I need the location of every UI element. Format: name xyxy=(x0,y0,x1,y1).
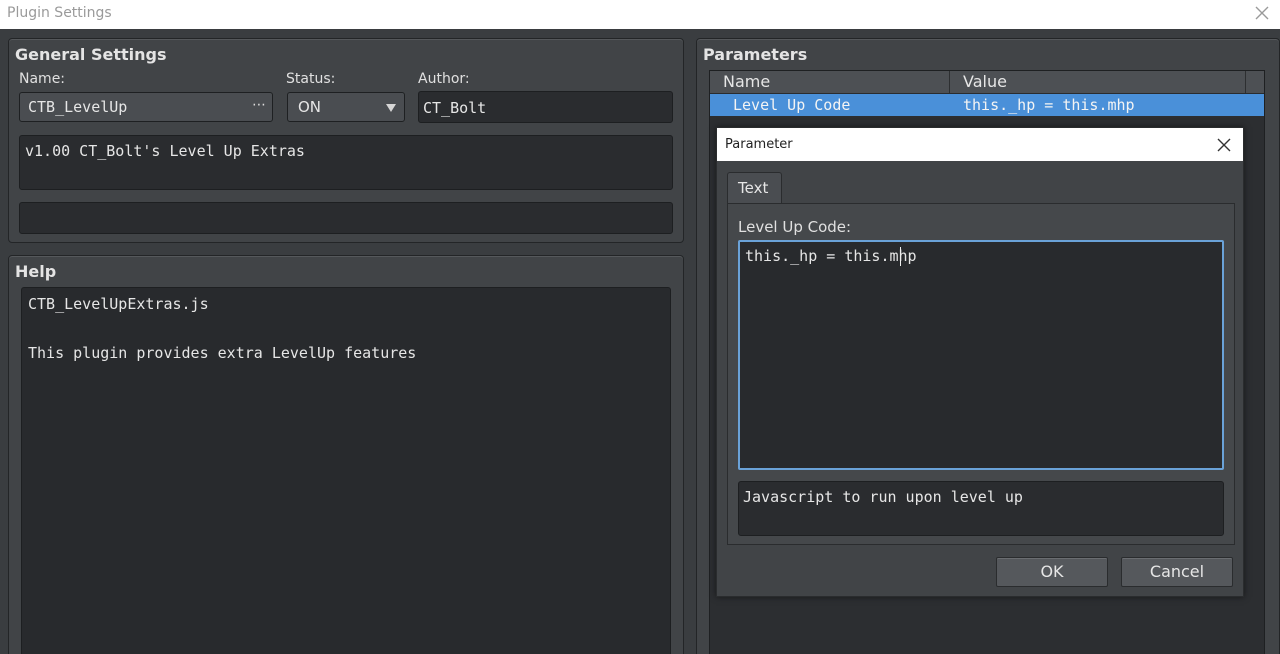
extra-field[interactable] xyxy=(19,202,673,234)
close-icon[interactable] xyxy=(1217,138,1231,152)
row-value: this._hp = this.mhp xyxy=(963,96,1135,114)
help-heading: Help xyxy=(15,262,57,281)
help-line-2: This plugin provides extra LevelUp featu… xyxy=(28,344,417,362)
field-label: Level Up Code: xyxy=(738,218,852,236)
name-label: Name: xyxy=(19,71,66,87)
author-value: CT_Bolt xyxy=(423,99,487,117)
description-field[interactable]: v1.00 CT_Bolt's Level Up Extras xyxy=(19,135,673,190)
ok-button[interactable]: OK xyxy=(996,557,1108,587)
table-row[interactable]: Level Up Code this._hp = this.mhp xyxy=(710,94,1264,116)
name-field[interactable]: CTB_LevelUp ⋯ xyxy=(19,92,273,122)
general-settings-heading: General Settings xyxy=(15,45,167,64)
description-value: v1.00 CT_Bolt's Level Up Extras xyxy=(25,142,305,160)
row-name: Level Up Code xyxy=(733,96,851,114)
parameter-description: Javascript to run upon level up xyxy=(738,481,1224,536)
status-value: ON xyxy=(298,98,322,116)
status-select[interactable]: ON xyxy=(287,92,405,122)
help-panel: Help CTB_LevelUpExtras.js This plugin pr… xyxy=(8,255,684,654)
name-value: CTB_LevelUp xyxy=(28,98,128,116)
help-text-area[interactable]: CTB_LevelUpExtras.js This plugin provide… xyxy=(21,287,671,654)
window-title: Plugin Settings xyxy=(7,5,112,21)
author-field[interactable]: CT_Bolt xyxy=(418,91,673,123)
help-line-1: CTB_LevelUpExtras.js xyxy=(28,295,209,313)
chevron-down-icon xyxy=(386,104,396,112)
dialog-title: Parameter xyxy=(725,137,793,152)
tab-text-label: Text xyxy=(738,179,769,197)
cancel-button[interactable]: Cancel xyxy=(1121,557,1233,587)
column-header-value[interactable]: Value xyxy=(950,71,1246,93)
window-titlebar: Plugin Settings xyxy=(0,0,1280,29)
text-cursor xyxy=(900,247,901,266)
parameters-list-header: Name Value xyxy=(710,71,1264,94)
parameters-heading: Parameters xyxy=(703,45,808,64)
dialog-titlebar: Parameter xyxy=(717,128,1243,161)
tab-content: Level Up Code: this._hp = this.mhp Javas… xyxy=(727,203,1235,545)
status-label: Status: xyxy=(286,71,336,87)
browse-icon[interactable]: ⋯ xyxy=(252,97,266,113)
parameter-dialog: Parameter Text Level Up Code: this._hp =… xyxy=(716,127,1244,597)
code-value: this._hp = this.mhp xyxy=(745,247,917,265)
tab-text[interactable]: Text xyxy=(727,172,782,204)
close-icon[interactable] xyxy=(1254,5,1270,21)
author-label: Author: xyxy=(418,71,470,87)
general-settings-panel: General Settings Name: CTB_LevelUp ⋯ Sta… xyxy=(8,38,684,243)
code-textarea[interactable]: this._hp = this.mhp xyxy=(738,240,1224,470)
parameter-description-text: Javascript to run upon level up xyxy=(743,488,1023,506)
column-header-name[interactable]: Name xyxy=(710,71,950,93)
